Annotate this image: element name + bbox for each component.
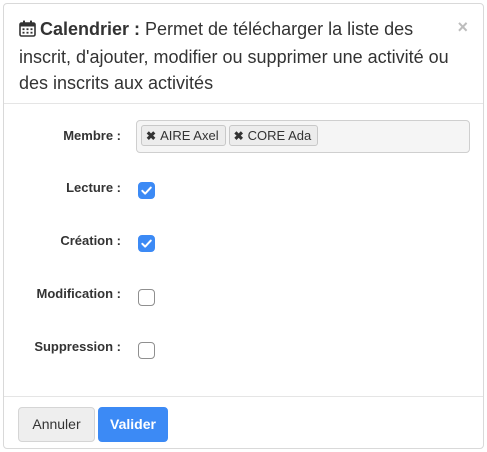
membre-label: Membre : xyxy=(63,128,121,143)
suppression-label: Suppression : xyxy=(34,339,121,354)
checkmark-icon xyxy=(141,239,152,248)
modal-body: Membre : ✖ AIRE Axel ✖ CORE Ada Lecture : … xyxy=(4,105,483,395)
title-bold: Calendrier : xyxy=(40,19,141,39)
remove-tag-icon[interactable]: ✖ xyxy=(146,127,156,146)
creation-checkbox[interactable] xyxy=(138,235,155,252)
creation-label: Création : xyxy=(60,233,121,248)
member-tag-name: AIRE Axel xyxy=(160,128,219,143)
permissions-modal: Calendrier : Permet de télécharger la li… xyxy=(3,3,484,449)
cancel-button[interactable]: Annuler xyxy=(18,407,95,442)
checkmark-icon xyxy=(141,186,152,195)
modal-header: Calendrier : Permet de télécharger la li… xyxy=(4,4,483,104)
calendar-icon xyxy=(19,18,36,44)
lecture-checkbox[interactable] xyxy=(138,182,155,199)
member-tag-name: CORE Ada xyxy=(247,128,312,143)
close-icon[interactable]: × xyxy=(457,18,468,36)
member-tag: ✖ CORE Ada xyxy=(228,125,319,146)
lecture-label: Lecture : xyxy=(66,180,121,195)
member-select-input[interactable]: ✖ AIRE Axel ✖ CORE Ada xyxy=(136,120,470,153)
submit-button[interactable]: Valider xyxy=(98,407,168,442)
modal-title: Calendrier : Permet de télécharger la li… xyxy=(19,16,449,96)
suppression-checkbox[interactable] xyxy=(138,342,155,359)
member-tag: ✖ AIRE Axel xyxy=(141,125,226,146)
modification-label: Modification : xyxy=(36,286,122,301)
modification-checkbox[interactable] xyxy=(138,289,155,306)
modal-footer: Annuler Valider xyxy=(4,396,483,448)
remove-tag-icon[interactable]: ✖ xyxy=(234,127,244,146)
